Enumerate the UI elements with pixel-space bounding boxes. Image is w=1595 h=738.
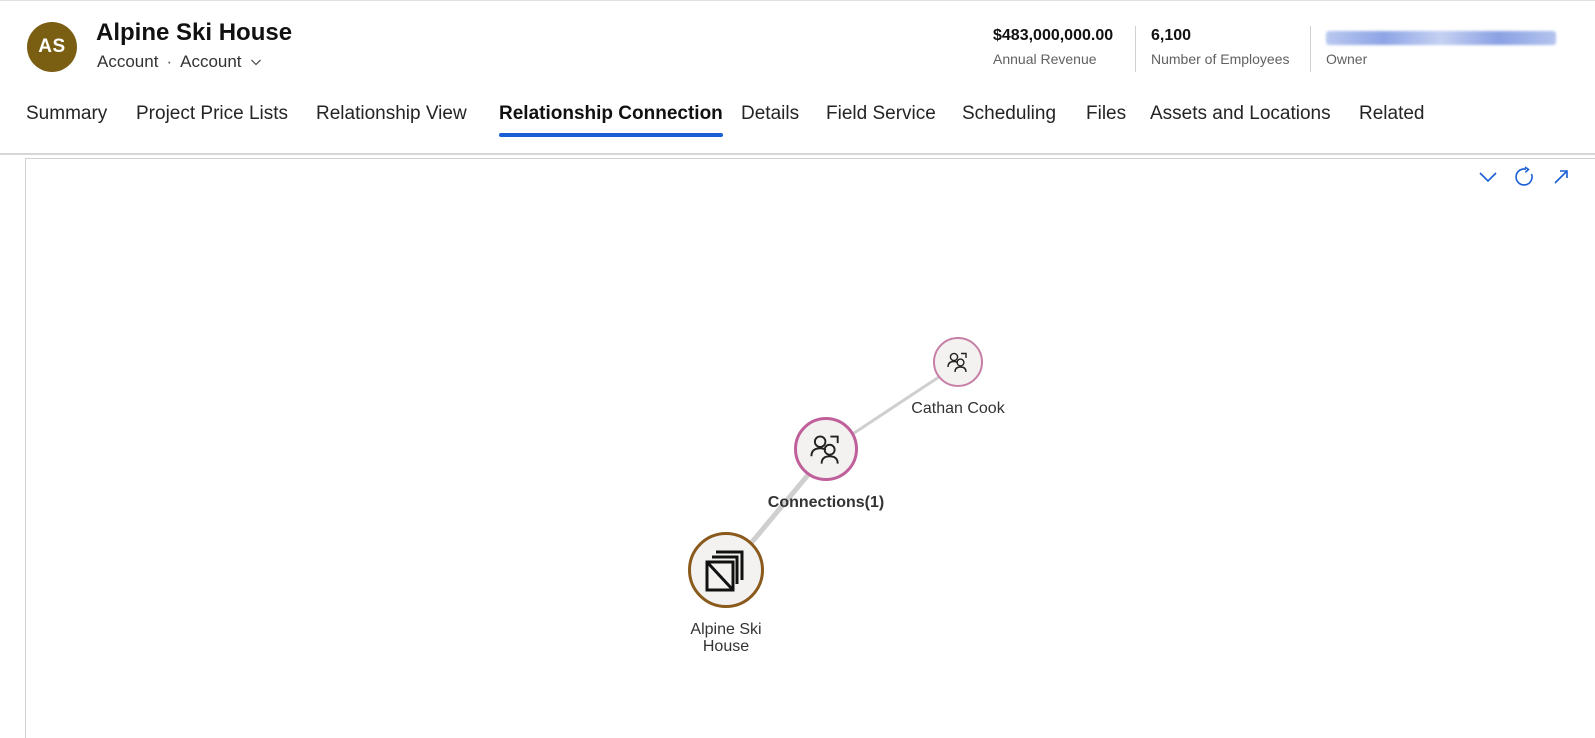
- account-icon: [705, 550, 744, 592]
- collapse-button[interactable]: [1476, 165, 1500, 189]
- owner-kpi: Owner: [1326, 27, 1556, 67]
- employees-kpi: 6,100 Number of Employees: [1151, 27, 1290, 67]
- tab-relationship-connection[interactable]: Relationship Connection: [499, 95, 723, 137]
- employees-label: Number of Employees: [1151, 51, 1290, 67]
- tab-related[interactable]: Related: [1359, 95, 1425, 135]
- owner-value-redacted[interactable]: [1326, 31, 1556, 45]
- avatar: AS: [27, 22, 77, 72]
- tab-summary[interactable]: Summary: [26, 95, 107, 135]
- kpi-divider: [1310, 26, 1311, 72]
- node-alpine-ski-house[interactable]: [688, 532, 764, 608]
- form-selector[interactable]: Account: [180, 52, 261, 72]
- tab-details[interactable]: Details: [741, 95, 799, 135]
- node-label-cathan-cook: Cathan Cook: [911, 400, 1005, 417]
- expand-icon: [1554, 170, 1568, 184]
- tab-project-price-lists[interactable]: Project Price Lists: [136, 95, 288, 135]
- tab-assets-and-locations[interactable]: Assets and Locations: [1150, 95, 1331, 135]
- tab-field-service[interactable]: Field Service: [826, 95, 936, 135]
- connections-icon: [810, 435, 839, 464]
- node-cathan-cook[interactable]: [933, 337, 983, 387]
- annual-revenue-kpi: $483,000,000.00 Annual Revenue: [993, 27, 1113, 67]
- refresh-button[interactable]: [1513, 165, 1537, 189]
- node-label-connections: Connections(1): [767, 494, 885, 511]
- annual-revenue-value: $483,000,000.00: [993, 27, 1114, 44]
- chevron-down-icon: [250, 59, 261, 66]
- record-title: Alpine Ski House: [96, 19, 293, 46]
- tab-relationship-view[interactable]: Relationship View: [316, 95, 467, 135]
- owner-label: Owner: [1326, 51, 1368, 67]
- employees-value: 6,100: [1151, 27, 1192, 44]
- expand-button[interactable]: [1549, 165, 1573, 189]
- refresh-icon: [1515, 166, 1533, 186]
- node-label-line1: Alpine Ski: [690, 621, 762, 638]
- tab-scheduling[interactable]: Scheduling: [962, 95, 1056, 135]
- tab-files[interactable]: Files: [1086, 95, 1126, 135]
- node-label-alpine-ski-house: Alpine Ski House: [666, 621, 786, 655]
- separator-dot: ·: [166, 52, 173, 71]
- annual-revenue-label: Annual Revenue: [993, 51, 1097, 67]
- form-name: Account: [180, 52, 242, 71]
- entity-name: Account: [97, 52, 159, 71]
- chevron-down-icon: [1479, 172, 1497, 183]
- tab-bar: Summary Project Price Lists Relationship…: [0, 95, 1595, 139]
- contact-connection-icon: [947, 352, 967, 373]
- record-subtitle: Account · Account: [97, 52, 262, 72]
- kpi-divider: [1135, 26, 1136, 72]
- node-label-line2: House: [702, 638, 750, 655]
- record-header: AS Alpine Ski House Account · Account $4…: [0, 0, 1595, 155]
- node-connections[interactable]: [794, 417, 858, 481]
